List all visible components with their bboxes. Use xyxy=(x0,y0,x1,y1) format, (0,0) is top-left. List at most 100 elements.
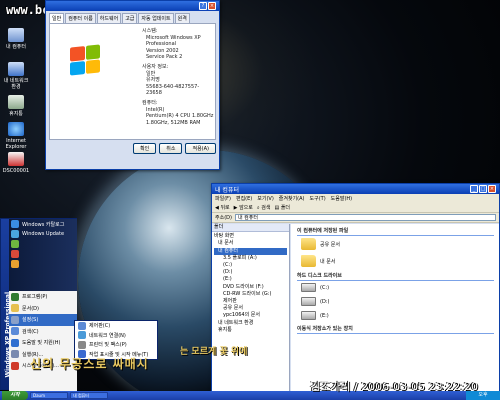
control-panel-icon xyxy=(78,321,86,330)
start-menu-help[interactable]: 도움말 및 지원(H) xyxy=(9,337,77,349)
folder-item[interactable]: 공유 문서 xyxy=(301,238,490,250)
windows-update-icon xyxy=(11,230,19,238)
folders-button[interactable]: ▤ 폴더 xyxy=(275,204,291,211)
menu-view[interactable]: 보기(V) xyxy=(257,195,274,202)
close-button[interactable]: × xyxy=(488,185,496,193)
catalog-icon xyxy=(11,220,19,228)
toolbar: ◀ 뒤로 ▶ 앞으로 ⌕ 검색 ▤ 폴더 xyxy=(212,202,499,213)
help-icon xyxy=(11,338,19,347)
maximize-button[interactable]: □ xyxy=(479,185,487,193)
desktop-icon-internet-explorer[interactable]: Internet Explorer xyxy=(2,122,30,150)
submenu-printers[interactable]: 프린터 및 팩스(P) xyxy=(75,340,157,350)
system-properties-window[interactable]: ? × 일반 컴퓨터 이름 하드웨어 고급 자동 업데이트 원격 시스템: Mi… xyxy=(45,0,220,170)
drive-item[interactable]: (D:) xyxy=(301,297,490,306)
minimize-button[interactable]: _ xyxy=(470,185,478,193)
tree-item[interactable]: DVD 드라이브 (F:) xyxy=(214,284,287,291)
tab-general[interactable]: 일반 xyxy=(49,13,65,23)
tree-item[interactable]: 휴지통 xyxy=(214,327,287,334)
computer-icon xyxy=(8,28,24,42)
menu-help[interactable]: 도움말(H) xyxy=(331,195,352,202)
folder-tree[interactable]: 폴더 바탕 화면 내 문서 내 컴퓨터 3.5 플로피 (A:) (C:) (D… xyxy=(212,224,290,392)
program-icon xyxy=(11,250,19,258)
tree-item[interactable]: ypc1064의 문서 xyxy=(214,312,287,319)
submenu-network[interactable]: 네트워크 연결(N) xyxy=(75,331,157,341)
submenu-control-panel[interactable]: 제어판(C) xyxy=(75,321,157,331)
tab-advanced[interactable]: 고급 xyxy=(122,13,138,23)
tree-item[interactable]: (E:) xyxy=(214,276,287,283)
apply-button[interactable]: 적용(A) xyxy=(185,143,216,154)
ok-button[interactable]: 확인 xyxy=(133,143,157,154)
taskbar-button[interactable]: 내 컴퓨터 xyxy=(70,392,108,399)
tree-item[interactable]: 내 네트워크 환경 xyxy=(214,320,287,327)
run-icon xyxy=(11,350,19,359)
menu-favorites[interactable]: 즐겨찾기(A) xyxy=(279,195,305,202)
start-menu-item[interactable]: Windows 카탈로그 xyxy=(9,219,77,229)
settings-submenu[interactable]: 제어판(C) 네트워크 연결(N) 프린터 및 팩스(P) 작업 표시줄 및 시… xyxy=(74,320,158,360)
start-button[interactable]: 시작 xyxy=(2,391,28,400)
desktop-icon-network[interactable]: 내 네트워크 환경 xyxy=(2,62,30,90)
photo-credit-stamp: 김조가리 / 2006-03-05 23:22:20 xyxy=(310,380,479,393)
folder-icon xyxy=(301,238,316,250)
menu-tools[interactable]: 도구(T) xyxy=(310,195,326,202)
folder-icon xyxy=(301,255,316,267)
start-menu-item[interactable]: Windows Update xyxy=(9,229,77,239)
forward-button[interactable]: ▶ 앞으로 xyxy=(234,204,253,211)
start-menu-item[interactable] xyxy=(9,259,77,269)
folder-item[interactable]: 내 문서 xyxy=(301,255,490,267)
start-menu-search[interactable]: 검색(C) xyxy=(9,326,77,338)
tab-remote[interactable]: 원격 xyxy=(174,13,190,23)
tab-auto-update[interactable]: 자동 업데이트 xyxy=(138,13,174,23)
drive-item[interactable]: (E:) xyxy=(301,311,490,320)
folder-icon: ▤ xyxy=(274,204,280,211)
internet-explorer-icon xyxy=(8,122,24,136)
address-input[interactable]: 내 컴퓨터 xyxy=(234,214,496,221)
start-menu-bottom: 프로그램(P) 문서(D) 설정(S) 검색(C) 도움말 및 지원(H) 실행… xyxy=(9,291,77,391)
system-info: 시스템: Microsoft Windows XP Professional V… xyxy=(142,28,214,126)
menu-edit[interactable]: 편집(E) xyxy=(236,195,252,202)
help-button[interactable]: ? xyxy=(199,2,207,10)
recycle-bin-icon xyxy=(8,95,24,109)
explorer-titlebar[interactable]: 내 컴퓨터 _ □ × xyxy=(212,184,499,194)
search-icon: ⌕ xyxy=(256,204,260,211)
start-menu-top: Windows 카탈로그 Windows Update xyxy=(9,219,77,291)
tree-item[interactable]: (D:) xyxy=(214,269,287,276)
menu-file[interactable]: 파일(F) xyxy=(215,195,231,202)
taskbar-button[interactable]: Daum xyxy=(30,392,68,399)
caption-line: 신의 무공스로 싸매시 xyxy=(30,357,149,371)
tree-item-selected[interactable]: 내 컴퓨터 xyxy=(214,247,287,255)
drive-item[interactable]: (C:) xyxy=(301,283,490,292)
desktop-icon-my-computer[interactable]: 내 컴퓨터 xyxy=(2,28,30,50)
power-icon xyxy=(11,361,19,370)
search-icon xyxy=(11,327,19,336)
tree-item[interactable]: 3.5 플로피 (A:) xyxy=(214,255,287,262)
tab-computer-name[interactable]: 컴퓨터 이름 xyxy=(65,13,96,23)
cancel-button[interactable]: 취소 xyxy=(159,143,183,154)
tree-item[interactable]: 내 문서 xyxy=(214,240,287,247)
desktop-icon-recycle-bin[interactable]: 휴지통 xyxy=(2,95,30,117)
desktop-icon-photo[interactable]: DSC00001 xyxy=(2,152,30,174)
network-icon xyxy=(8,62,24,76)
start-menu-programs[interactable]: 프로그램(P) xyxy=(9,291,77,303)
back-button[interactable]: ◀ 뒤로 xyxy=(215,204,230,211)
folder-tree-header: 폴더 xyxy=(212,224,289,233)
hard-drive-icon xyxy=(301,297,316,306)
menu-bar: 파일(F) 편집(E) 보기(V) 즐겨찾기(A) 도구(T) 도움말(H) xyxy=(212,194,499,202)
tree-item[interactable]: CD-RW 드라이브 (G:) xyxy=(214,291,287,298)
sysprops-buttons: 확인 취소 적용(A) xyxy=(46,140,219,157)
close-button[interactable]: × xyxy=(208,2,216,10)
search-button[interactable]: ⌕ 검색 xyxy=(257,204,271,211)
windows-logo-icon xyxy=(70,44,100,76)
start-menu-item[interactable] xyxy=(9,239,77,249)
start-menu-settings[interactable]: 설정(S) xyxy=(9,314,77,326)
sysprops-tabs: 일반 컴퓨터 이름 하드웨어 고급 자동 업데이트 원격 xyxy=(46,11,219,23)
tab-hardware[interactable]: 하드웨어 xyxy=(96,13,122,23)
hard-drive-icon xyxy=(301,311,316,320)
tree-item[interactable]: (C:) xyxy=(214,262,287,269)
explorer-window[interactable]: 내 컴퓨터 _ □ × 파일(F) 편집(E) 보기(V) 즐겨찾기(A) 도구… xyxy=(211,183,500,393)
start-menu-item[interactable] xyxy=(9,249,77,259)
content-pane: 이 컴퓨터에 저장된 파일 공유 문서 내 문서 하드 디스크 드라이브 (C:… xyxy=(291,224,499,392)
start-menu-documents[interactable]: 문서(D) xyxy=(9,303,77,315)
system-properties-titlebar[interactable]: ? × xyxy=(46,1,219,11)
program-icon xyxy=(11,260,19,268)
printer-icon xyxy=(78,340,86,349)
